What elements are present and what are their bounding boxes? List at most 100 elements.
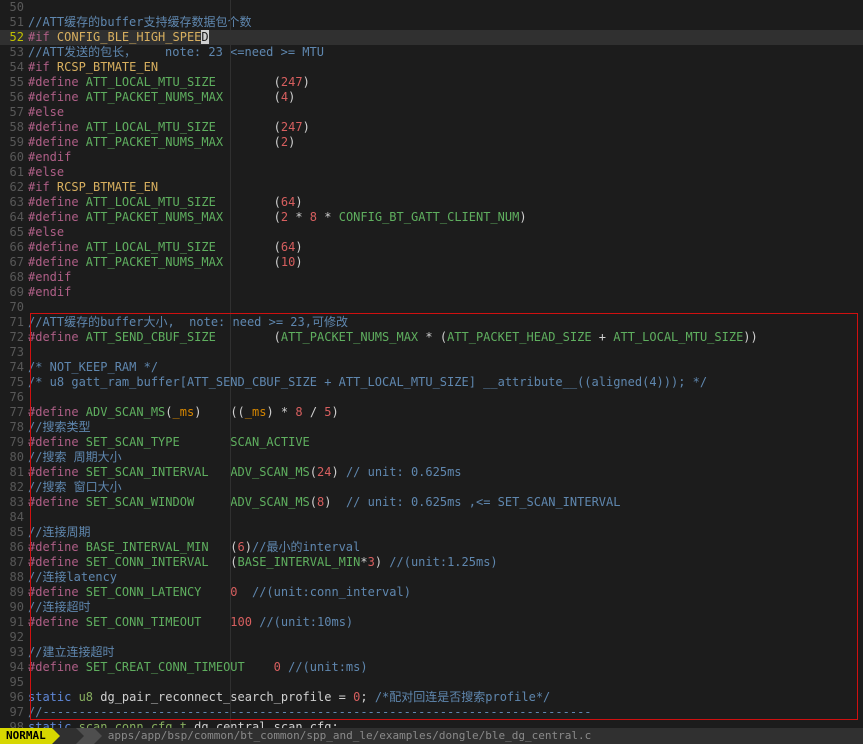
line-number: 50 bbox=[0, 0, 28, 15]
token-op: ) bbox=[295, 195, 302, 209]
token-num: 10 bbox=[281, 255, 295, 269]
line-number: 70 bbox=[0, 300, 28, 315]
token-op: = bbox=[339, 690, 353, 704]
token-macid: ADV_SCAN_MS bbox=[230, 495, 309, 509]
token-num: 0 bbox=[274, 660, 281, 674]
code-line[interactable]: #else bbox=[28, 165, 863, 180]
token-macid: ATT_LOCAL_MTU_SIZE bbox=[86, 240, 216, 254]
token-num: 8 bbox=[295, 405, 302, 419]
code-line[interactable]: //ATT缓存的buffer支持缓存数据包个数 bbox=[28, 15, 863, 30]
line-number: 64 bbox=[0, 210, 28, 225]
token-op: ; bbox=[360, 690, 374, 704]
code-line[interactable]: //搜索 窗口大小 bbox=[28, 480, 863, 495]
code-line[interactable]: #endif bbox=[28, 150, 863, 165]
code-line[interactable]: //搜索类型 bbox=[28, 420, 863, 435]
line-number: 58 bbox=[0, 120, 28, 135]
code-line[interactable]: #else bbox=[28, 105, 863, 120]
code-line[interactable]: #define SET_SCAN_WINDOW ADV_SCAN_MS(8) /… bbox=[28, 495, 863, 510]
code-line[interactable]: #define ATT_LOCAL_MTU_SIZE (64) bbox=[28, 195, 863, 210]
line-number: 78 bbox=[0, 420, 28, 435]
code-area[interactable]: //ATT缓存的buffer支持缓存数据包个数#if CONFIG_BLE_HI… bbox=[28, 0, 863, 735]
line-number: 69 bbox=[0, 285, 28, 300]
token-num: 247 bbox=[281, 120, 303, 134]
code-line[interactable]: //ATT发送的包长， note: 23 <=need >= MTU bbox=[28, 45, 863, 60]
line-number: 74 bbox=[0, 360, 28, 375]
line-number: 72 bbox=[0, 330, 28, 345]
code-line[interactable]: #define SET_SCAN_TYPE SCAN_ACTIVE bbox=[28, 435, 863, 450]
code-line[interactable]: #define ADV_SCAN_MS(_ms) ((_ms) * 8 / 5) bbox=[28, 405, 863, 420]
line-number: 97 bbox=[0, 705, 28, 720]
code-line[interactable]: #define ATT_PACKET_NUMS_MAX (4) bbox=[28, 90, 863, 105]
code-line[interactable]: #if CONFIG_BLE_HIGH_SPEED bbox=[28, 30, 863, 45]
code-line[interactable]: //ATT缓存的buffer大小, note: need >= 23,可修改 bbox=[28, 315, 863, 330]
code-line[interactable]: #if RCSP_BTMATE_EN bbox=[28, 180, 863, 195]
code-line[interactable]: #define ATT_PACKET_NUMS_MAX (10) bbox=[28, 255, 863, 270]
code-line[interactable]: //连接周期 bbox=[28, 525, 863, 540]
token-macid: ATT_LOCAL_MTU_SIZE bbox=[86, 75, 216, 89]
separator-icon bbox=[94, 728, 102, 744]
token-op: ) bbox=[288, 135, 295, 149]
token-num: 247 bbox=[281, 75, 303, 89]
code-line[interactable] bbox=[28, 675, 863, 690]
token-op: ) bbox=[375, 555, 389, 569]
code-line[interactable]: #define SET_CONN_LATENCY 0 //(unit:conn_… bbox=[28, 585, 863, 600]
token-num: 0 bbox=[230, 585, 237, 599]
token-op: ) bbox=[303, 75, 310, 89]
token-pp: #define bbox=[28, 555, 86, 569]
code-line[interactable]: /* u8 gatt_ram_buffer[ATT_SEND_CBUF_SIZE… bbox=[28, 375, 863, 390]
code-line[interactable]: #else bbox=[28, 225, 863, 240]
code-line[interactable]: //连接latency bbox=[28, 570, 863, 585]
code-line[interactable]: #define ATT_LOCAL_MTU_SIZE (247) bbox=[28, 75, 863, 90]
code-line[interactable] bbox=[28, 510, 863, 525]
code-line[interactable]: #define ATT_SEND_CBUF_SIZE (ATT_PACKET_N… bbox=[28, 330, 863, 345]
file-path: apps/app/bsp/common/bt_common/spp_and_le… bbox=[102, 728, 863, 744]
code-line[interactable] bbox=[28, 300, 863, 315]
code-line[interactable] bbox=[28, 0, 863, 15]
token-comment: //最小的interval bbox=[252, 540, 360, 554]
token-op: ( bbox=[310, 465, 317, 479]
token-macid: SET_SCAN_TYPE bbox=[86, 435, 180, 449]
token-op: )) bbox=[743, 330, 757, 344]
line-number: 75 bbox=[0, 375, 28, 390]
token-comment: //(unit:1.25ms) bbox=[389, 555, 497, 569]
token-op: ) bbox=[288, 90, 295, 104]
code-line[interactable]: #define ATT_LOCAL_MTU_SIZE (247) bbox=[28, 120, 863, 135]
token-op: ) bbox=[295, 255, 302, 269]
code-line[interactable]: #define SET_CONN_TIMEOUT 100 //(unit:10m… bbox=[28, 615, 863, 630]
code-editor[interactable]: 5051525354555657585960616263646566676869… bbox=[0, 0, 863, 735]
code-line[interactable]: #define ATT_LOCAL_MTU_SIZE (64) bbox=[28, 240, 863, 255]
token-comment: //建立连接超时 bbox=[28, 645, 114, 659]
token-pp: #if bbox=[28, 30, 57, 44]
code-line[interactable]: #define SET_SCAN_INTERVAL ADV_SCAN_MS(24… bbox=[28, 465, 863, 480]
code-line[interactable] bbox=[28, 630, 863, 645]
line-number: 89 bbox=[0, 585, 28, 600]
code-line[interactable]: #define ATT_PACKET_NUMS_MAX (2 * 8 * CON… bbox=[28, 210, 863, 225]
code-line[interactable] bbox=[28, 345, 863, 360]
code-line[interactable]: #endif bbox=[28, 270, 863, 285]
code-line[interactable]: /* NOT_KEEP_RAM */ bbox=[28, 360, 863, 375]
code-line[interactable]: #endif bbox=[28, 285, 863, 300]
token-comment: //ATT缓存的buffer大小, note: need >= 23,可修改 bbox=[28, 315, 348, 329]
code-line[interactable]: #define BASE_INTERVAL_MIN (6)//最小的interv… bbox=[28, 540, 863, 555]
code-line[interactable]: #define SET_CONN_INTERVAL (BASE_INTERVAL… bbox=[28, 555, 863, 570]
token-pp: #define bbox=[28, 585, 86, 599]
code-line[interactable]: //连接超时 bbox=[28, 600, 863, 615]
token-op: ( bbox=[165, 405, 172, 419]
token-op: ( bbox=[216, 120, 281, 134]
token-pp: #define bbox=[28, 465, 86, 479]
token-op: ) bbox=[303, 120, 310, 134]
code-line[interactable]: //搜索 周期大小 bbox=[28, 450, 863, 465]
code-line[interactable]: #define SET_CREAT_CONN_TIMEOUT 0 //(unit… bbox=[28, 660, 863, 675]
code-line[interactable]: #if RCSP_BTMATE_EN bbox=[28, 60, 863, 75]
token-op: ) * bbox=[266, 405, 295, 419]
token-comment: //ATT缓存的buffer支持缓存数据包个数 bbox=[28, 15, 251, 29]
code-line[interactable]: #define ATT_PACKET_NUMS_MAX (2) bbox=[28, 135, 863, 150]
token-op bbox=[245, 660, 274, 674]
code-line[interactable]: //建立连接超时 bbox=[28, 645, 863, 660]
code-line[interactable] bbox=[28, 390, 863, 405]
line-number: 68 bbox=[0, 270, 28, 285]
token-op: ) bbox=[295, 240, 302, 254]
code-line[interactable]: //--------------------------------------… bbox=[28, 705, 863, 720]
code-line[interactable]: static u8 dg_pair_reconnect_search_profi… bbox=[28, 690, 863, 705]
token-num: 3 bbox=[368, 555, 375, 569]
